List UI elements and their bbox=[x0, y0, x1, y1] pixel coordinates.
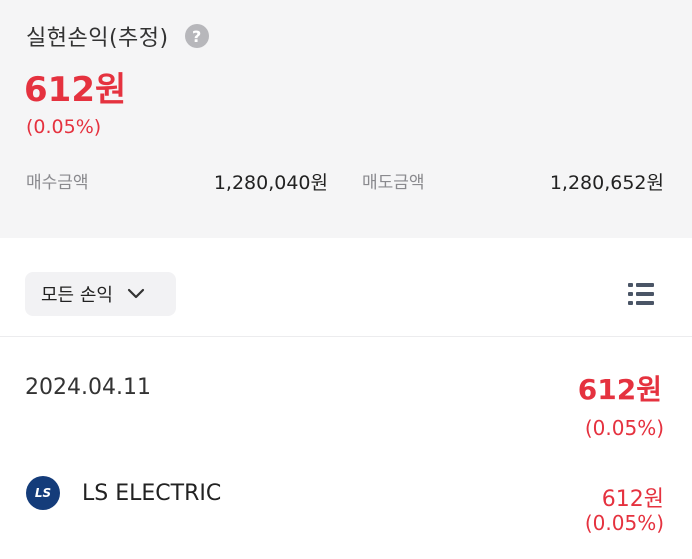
total-profit-amount: 612원 bbox=[24, 70, 127, 110]
total-profit-rate: (0.05%) bbox=[26, 116, 102, 138]
profit-filter-dropdown[interactable]: 모든 손익 bbox=[25, 272, 176, 316]
profit-summary-panel: 실현손익(추정) ? 612원 (0.05%) 매수금액 1,280,040원 … bbox=[0, 0, 692, 238]
help-icon[interactable]: ? bbox=[184, 24, 209, 48]
summary-title-row: 실현손익(추정) ? bbox=[26, 20, 209, 52]
buy-amount-label: 매수금액 bbox=[26, 173, 89, 193]
stock-profit-rate: (0.05%) bbox=[584, 511, 664, 535]
ls-electric-logo: LS bbox=[26, 476, 60, 510]
list-icon[interactable] bbox=[626, 280, 656, 308]
chevron-down-icon bbox=[127, 288, 145, 299]
sell-amount-value: 1,280,652원 bbox=[549, 172, 664, 194]
summary-title: 실현손익(추정) bbox=[26, 26, 169, 51]
buy-amount-value: 1,280,040원 bbox=[213, 172, 328, 194]
stock-row-ls-electric[interactable]: LS LS ELECTRIC bbox=[26, 476, 221, 510]
sell-amount-label: 매도금액 bbox=[362, 173, 425, 193]
stock-name: LS ELECTRIC bbox=[82, 480, 222, 506]
entry-date: 2024.04.11 bbox=[25, 375, 151, 400]
section-divider bbox=[0, 336, 692, 337]
profit-filter-label: 모든 손익 bbox=[41, 285, 113, 306]
stock-profit-amount: 612원 bbox=[601, 487, 664, 512]
entry-profit-rate: (0.05%) bbox=[584, 416, 664, 440]
entry-profit-amount: 612원 bbox=[577, 373, 662, 406]
